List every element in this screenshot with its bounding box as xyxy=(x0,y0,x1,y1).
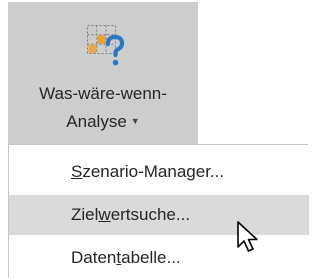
what-if-analysis-icon xyxy=(87,25,125,66)
menu-item-text-post: ertsuche... xyxy=(110,205,191,224)
button-label-line1: Was-wäre-wenn- xyxy=(39,84,167,103)
menu-item-accelerator: w xyxy=(98,205,111,224)
caret-down-icon: ▼ xyxy=(130,116,140,126)
menu-item-text-post: abelle... xyxy=(121,248,181,267)
what-if-analysis-button[interactable]: Was-wäre-wenn- Analyse ▼ xyxy=(8,2,198,144)
menu-item-scenario-manager[interactable]: Szenario-Manager... xyxy=(9,152,309,192)
what-if-analysis-ui: Was-wäre-wenn- Analyse ▼ Szenario-Manager… xyxy=(0,0,309,278)
menu-item-text-post: zenario-Manager... xyxy=(82,162,225,181)
arrow-pointer-icon xyxy=(237,221,258,252)
menu-item-accelerator: S xyxy=(71,162,83,181)
menu-item-goal-seek[interactable]: Zielwertsuche... xyxy=(9,195,309,235)
what-if-analysis-menu: Szenario-Manager... Zielwertsuche... Dat… xyxy=(8,144,309,278)
button-label-line2: Analyse ▼ xyxy=(8,112,198,132)
menu-item-text-pre: Ziel xyxy=(71,205,99,224)
menu-item-data-table[interactable]: Datentabelle... xyxy=(9,238,309,278)
menu-item-text-pre: Daten xyxy=(71,248,117,267)
button-label-text: Analyse xyxy=(66,112,127,131)
